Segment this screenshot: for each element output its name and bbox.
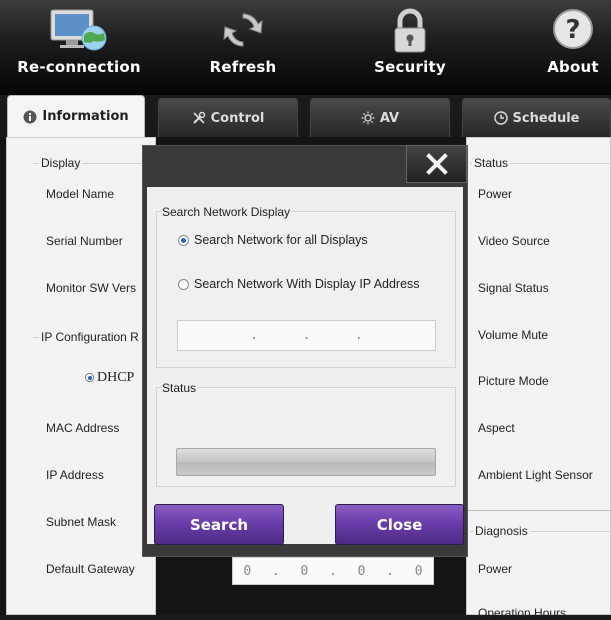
close-button[interactable]: Close [335, 504, 464, 545]
diagnosis-power-label: Power [478, 562, 513, 576]
serial-number-label: Serial Number [46, 234, 123, 248]
tab-information[interactable]: Information [7, 95, 145, 137]
tools-icon [192, 111, 205, 124]
help-icon: ? [553, 9, 593, 49]
monitor-sw-label: Monitor SW Vers [46, 281, 137, 295]
power-label: Power [478, 187, 513, 201]
ip-address-label: IP Address [46, 468, 104, 482]
dialog-close-x-button[interactable] [406, 145, 467, 183]
ip-dot: . [302, 328, 311, 343]
aspect-label: Aspect [478, 421, 515, 435]
subnet-mask-label: Subnet Mask [46, 515, 117, 529]
volume-mute-label: Volume Mute [478, 328, 549, 342]
tab-bar: Information Control AV Schedule [0, 95, 611, 137]
reconnection-label: Re-connection [17, 58, 141, 76]
gateway-dot: . [271, 563, 280, 579]
clock-icon [493, 111, 508, 125]
about-label: About [547, 58, 599, 76]
picture-mode-label: Picture Mode [478, 374, 549, 388]
default-gateway-input[interactable]: 0 . 0 . 0 . 0 [232, 557, 434, 585]
security-button[interactable]: Security [360, 0, 460, 95]
gateway-octet-4: 0 [414, 563, 423, 579]
tab-control[interactable]: Control [158, 98, 298, 137]
monitor-globe-icon [50, 9, 107, 51]
gateway-octet-2: 0 [300, 563, 309, 579]
search-button[interactable]: Search [154, 504, 284, 545]
dialog-status-group-label: Status [161, 381, 198, 395]
status-diagnosis-divider [466, 510, 611, 511]
close-icon [425, 153, 448, 175]
gateway-dot: . [329, 563, 337, 579]
signal-status-label: Signal Status [478, 281, 549, 295]
tab-av-label: AV [379, 110, 400, 126]
display-group-label: Display [39, 156, 83, 170]
security-label: Security [374, 58, 446, 76]
gateway-dot: . [386, 563, 394, 579]
tab-schedule-label: Schedule [512, 110, 580, 126]
operation-hours-label: Operation Hours [478, 606, 567, 620]
search-progress-bar [176, 448, 436, 476]
search-ip-option[interactable]: Search Network With Display IP Address [178, 277, 420, 291]
info-icon [23, 110, 37, 123]
gateway-octet-3: 0 [357, 563, 366, 579]
search-ip-label: Search Network With Display IP Address [194, 277, 420, 291]
search-network-group-label: Search Network Display [161, 205, 292, 219]
display-ip-input[interactable]: . . . [177, 320, 436, 351]
mac-address-label: MAC Address [46, 421, 120, 435]
refresh-label: Refresh [209, 58, 277, 76]
default-gateway-label: Default Gateway [46, 562, 135, 576]
refresh-button[interactable]: Refresh [193, 0, 293, 95]
ip-dot: . [250, 328, 259, 343]
about-button[interactable]: ? About [533, 0, 611, 95]
ip-dot: . [354, 328, 363, 343]
svg-text:?: ? [565, 15, 580, 45]
tab-control-label: Control [210, 110, 265, 126]
search-all-radio[interactable] [178, 234, 189, 246]
tab-av[interactable]: AV [310, 98, 450, 137]
search-all-option[interactable]: Search Network for all Displays [178, 233, 368, 247]
dhcp-label: DHCP [97, 370, 135, 385]
refresh-icon [223, 13, 263, 47]
gateway-octet-1: 0 [243, 563, 252, 579]
lock-icon [394, 8, 426, 53]
diagnosis-group-label: Diagnosis [473, 524, 530, 538]
status-group-label: Status [472, 156, 511, 170]
tab-schedule[interactable]: Schedule [462, 98, 611, 137]
model-name-label: Model Name [46, 187, 115, 201]
reconnection-button[interactable]: Re-connection [14, 0, 144, 95]
top-toolbar: Re-connection Refresh Security ? About [0, 0, 611, 95]
video-source-label: Video Source [478, 234, 550, 248]
ambient-light-label: Ambient Light Sensor [478, 468, 593, 482]
dhcp-radio[interactable] [85, 373, 94, 382]
ip-group-label: IP Configuration R [39, 330, 141, 344]
tab-information-label: Information [42, 109, 129, 124]
brightness-icon [361, 111, 375, 125]
search-ip-radio[interactable] [178, 278, 189, 290]
search-all-label: Search Network for all Displays [194, 233, 368, 247]
